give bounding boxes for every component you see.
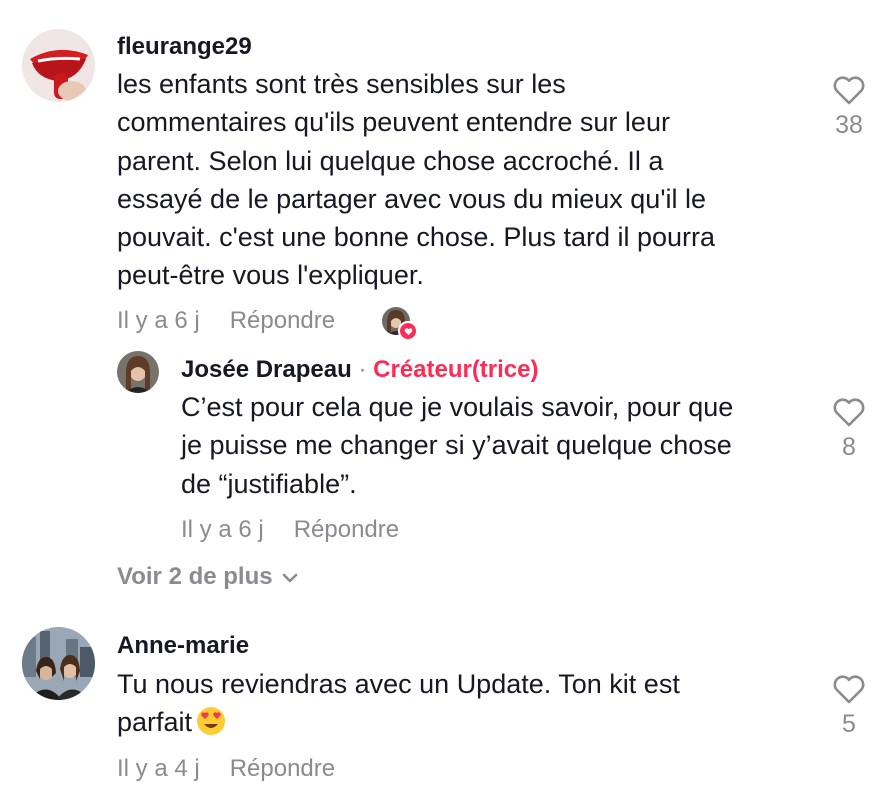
comment-username[interactable]: Anne-marie <box>117 632 249 660</box>
like-count: 8 <box>842 433 856 461</box>
separator-dot: · <box>358 356 367 383</box>
creator-liked-indicator <box>382 307 418 341</box>
reply-button[interactable]: Répondre <box>230 307 335 334</box>
like-button[interactable]: 8 <box>819 396 879 462</box>
comment-line: pouvait. c'est une bonne chose. Plus tar… <box>117 222 716 253</box>
like-count: 5 <box>842 710 856 738</box>
heart-icon <box>833 398 865 427</box>
heart-icon <box>833 76 865 105</box>
heart-eyes-emoji-icon <box>197 707 226 736</box>
comment-text: Tu nous reviendras avec un Update. Ton k… <box>117 665 680 742</box>
comment-meta: Il y a 6 j Répondre <box>181 516 399 544</box>
avatar-anne-marie[interactable] <box>22 627 95 700</box>
comment-line: Tu nous reviendras avec un Update. Ton k… <box>117 669 680 699</box>
comment-line-with-emoji: parfait <box>117 703 680 741</box>
comments-panel: fleurange29 les enfants sont très sensib… <box>0 0 892 788</box>
reply-author-line: Josée Drapeau · Créateur(trice) <box>181 356 539 384</box>
like-button[interactable]: 5 <box>819 673 879 739</box>
comment-line: je puisse me changer si y’avait quelque … <box>181 430 732 461</box>
comment-text: C’est pour cela que je voulais savoir, p… <box>181 388 733 503</box>
comment-timestamp: Il y a 6 j <box>181 516 264 543</box>
comment-line: commentaires qu'ils peuvent entendre sur… <box>117 107 670 138</box>
comment-line: les enfants sont très sensibles sur les <box>117 69 566 99</box>
heart-icon <box>833 675 865 704</box>
reply-button[interactable]: Répondre <box>294 516 399 543</box>
chevron-down-icon <box>282 573 297 582</box>
view-more-replies-button[interactable]: Voir 2 de plus <box>117 563 299 591</box>
comment-text: les enfants sont très sensibles sur les … <box>117 65 715 295</box>
creator-badge: Créateur(trice) <box>373 356 539 383</box>
like-button[interactable]: 38 <box>819 74 879 140</box>
heart-badge-icon <box>398 321 418 341</box>
comment-line: C’est pour cela que je voulais savoir, p… <box>181 392 734 422</box>
view-more-label: Voir 2 de plus <box>117 563 273 590</box>
avatar-josee-drapeau[interactable] <box>117 351 159 393</box>
comment-username[interactable]: Josée Drapeau <box>181 356 352 383</box>
comment-meta: Il y a 6 j Répondre <box>117 307 335 335</box>
reply-button[interactable]: Répondre <box>230 755 335 782</box>
comment-line: de “justifiable”. <box>181 468 357 499</box>
like-count: 38 <box>835 111 863 139</box>
comment-timestamp: Il y a 4 j <box>117 755 200 782</box>
comment-meta: Il y a 4 j Répondre <box>117 755 335 783</box>
avatar-fleurange29[interactable] <box>22 29 95 102</box>
comment-line: essayé de le partager avec vous du mieux… <box>117 183 706 214</box>
comment-line: peut-être vous l'expliquer. <box>117 260 424 291</box>
comment-line: parfait <box>117 707 193 738</box>
comment-username[interactable]: fleurange29 <box>117 33 252 61</box>
comment-timestamp: Il y a 6 j <box>117 307 200 334</box>
comment-line: parent. Selon lui quelque chose accroché… <box>117 145 664 176</box>
